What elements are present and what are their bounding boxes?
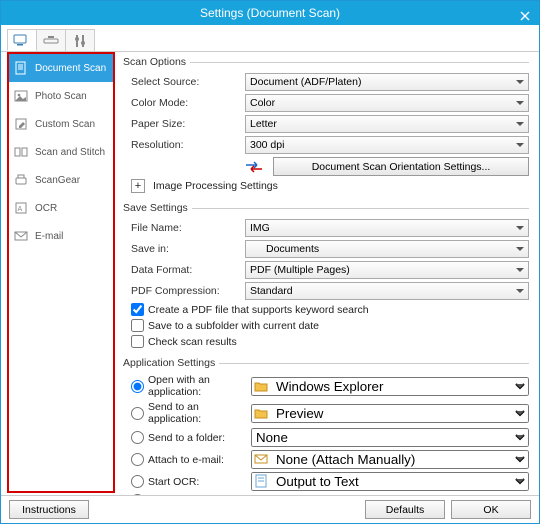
sidebar-item-photo-scan[interactable]: Photo Scan xyxy=(9,82,113,110)
close-icon[interactable] xyxy=(517,5,533,21)
open-app-label: Open with an application: xyxy=(148,374,247,398)
photo-scan-icon xyxy=(13,88,29,104)
open-app-dropdown[interactable]: Windows Explorer xyxy=(251,377,529,396)
scan-options-group: Scan Options Select Source: Document (AD… xyxy=(123,56,529,196)
start-ocr-label: Start OCR: xyxy=(148,476,199,488)
no-app-label: Do not start any application xyxy=(148,495,275,496)
sidebar-item-label: OCR xyxy=(35,203,57,214)
select-source-label: Select Source: xyxy=(131,76,241,88)
send-app-label: Send to an application: xyxy=(148,401,247,425)
image-processing-label: Image Processing Settings xyxy=(153,180,278,192)
save-settings-group: Save Settings File Name: IMG Save in: Do… xyxy=(123,202,529,351)
tab-scan-from-computer[interactable] xyxy=(7,29,37,51)
chk-check-results[interactable] xyxy=(131,335,144,348)
custom-scan-icon xyxy=(13,116,29,132)
footer: Instructions Defaults OK xyxy=(1,495,539,523)
chk-keyword-pdf[interactable] xyxy=(131,303,144,316)
save-in-label: Save in: xyxy=(131,243,241,255)
application-settings-group: Application Settings Open with an applic… xyxy=(123,357,529,495)
svg-text:A: A xyxy=(18,206,23,213)
pdf-compression-dropdown[interactable]: Standard xyxy=(245,282,529,300)
sidebar: Document Scan Photo Scan Custom Scan Sca… xyxy=(7,52,115,493)
sidebar-item-scan-and-stitch[interactable]: Scan and Stitch xyxy=(9,138,113,166)
swap-orientation-icon[interactable] xyxy=(245,161,263,173)
data-format-label: Data Format: xyxy=(131,264,241,276)
radio-send-app[interactable] xyxy=(131,407,144,420)
chk-check-results-label: Check scan results xyxy=(148,336,237,348)
email-icon xyxy=(13,228,29,244)
chk-subfolder-label: Save to a subfolder with current date xyxy=(148,320,319,332)
settings-panel: Scan Options Select Source: Document (AD… xyxy=(117,52,539,495)
resolution-dropdown[interactable]: 300 dpi xyxy=(245,136,529,154)
sidebar-item-custom-scan[interactable]: Custom Scan xyxy=(9,110,113,138)
select-source-dropdown[interactable]: Document (ADF/Platen) xyxy=(245,73,529,91)
file-name-input[interactable]: IMG xyxy=(245,219,529,237)
radio-no-app[interactable] xyxy=(131,494,144,495)
ok-button[interactable]: OK xyxy=(451,500,531,519)
attach-email-label: Attach to e-mail: xyxy=(148,454,224,466)
defaults-button[interactable]: Defaults xyxy=(365,500,445,519)
send-app-dropdown[interactable]: Preview xyxy=(251,404,529,423)
stitch-icon xyxy=(13,144,29,160)
resolution-label: Resolution: xyxy=(131,139,241,151)
data-format-dropdown[interactable]: PDF (Multiple Pages) xyxy=(245,261,529,279)
radio-start-ocr[interactable] xyxy=(131,475,144,488)
file-name-label: File Name: xyxy=(131,222,241,234)
mode-tabbar xyxy=(1,25,539,52)
paper-size-dropdown[interactable]: Letter xyxy=(245,115,529,133)
window-title: Settings (Document Scan) xyxy=(200,6,340,20)
sidebar-item-email[interactable]: E-mail xyxy=(9,222,113,250)
attach-email-dropdown[interactable]: None (Attach Manually) xyxy=(251,450,529,469)
sidebar-item-label: E-mail xyxy=(35,231,63,242)
sidebar-item-ocr[interactable]: A OCR xyxy=(9,194,113,222)
scangear-icon xyxy=(13,172,29,188)
color-mode-dropdown[interactable]: Color xyxy=(245,94,529,112)
sidebar-item-label: Custom Scan xyxy=(35,119,95,130)
sidebar-item-label: Photo Scan xyxy=(35,91,87,102)
paper-size-label: Paper Size: xyxy=(131,118,241,130)
chk-subfolder[interactable] xyxy=(131,319,144,332)
radio-open-app[interactable] xyxy=(131,380,144,393)
send-folder-dropdown[interactable]: None xyxy=(251,428,529,447)
sidebar-item-label: Document Scan xyxy=(35,63,106,74)
radio-send-folder[interactable] xyxy=(131,431,144,444)
tab-scan-from-panel[interactable] xyxy=(36,29,66,51)
sidebar-item-label: Scan and Stitch xyxy=(35,147,105,158)
scan-options-legend: Scan Options xyxy=(123,56,190,68)
expand-image-processing[interactable]: + xyxy=(131,179,145,193)
sidebar-item-label: ScanGear xyxy=(35,175,80,186)
sidebar-item-scangear[interactable]: ScanGear xyxy=(9,166,113,194)
titlebar: Settings (Document Scan) xyxy=(1,1,539,25)
start-ocr-dropdown[interactable]: Output to Text xyxy=(251,472,529,491)
instructions-button[interactable]: Instructions xyxy=(9,500,89,519)
ocr-icon: A xyxy=(13,200,29,216)
radio-attach-email[interactable] xyxy=(131,453,144,466)
application-settings-legend: Application Settings xyxy=(123,357,219,369)
send-folder-label: Send to a folder: xyxy=(148,432,225,444)
save-in-dropdown[interactable]: Documents xyxy=(245,240,529,258)
save-settings-legend: Save Settings xyxy=(123,202,192,214)
orientation-settings-button[interactable]: Document Scan Orientation Settings... xyxy=(273,157,529,176)
tab-general-settings[interactable] xyxy=(65,29,95,51)
color-mode-label: Color Mode: xyxy=(131,97,241,109)
pdf-compression-label: PDF Compression: xyxy=(131,285,241,297)
chk-keyword-label: Create a PDF file that supports keyword … xyxy=(148,304,369,316)
sidebar-item-document-scan[interactable]: Document Scan xyxy=(9,54,113,82)
document-scan-icon xyxy=(13,60,29,76)
